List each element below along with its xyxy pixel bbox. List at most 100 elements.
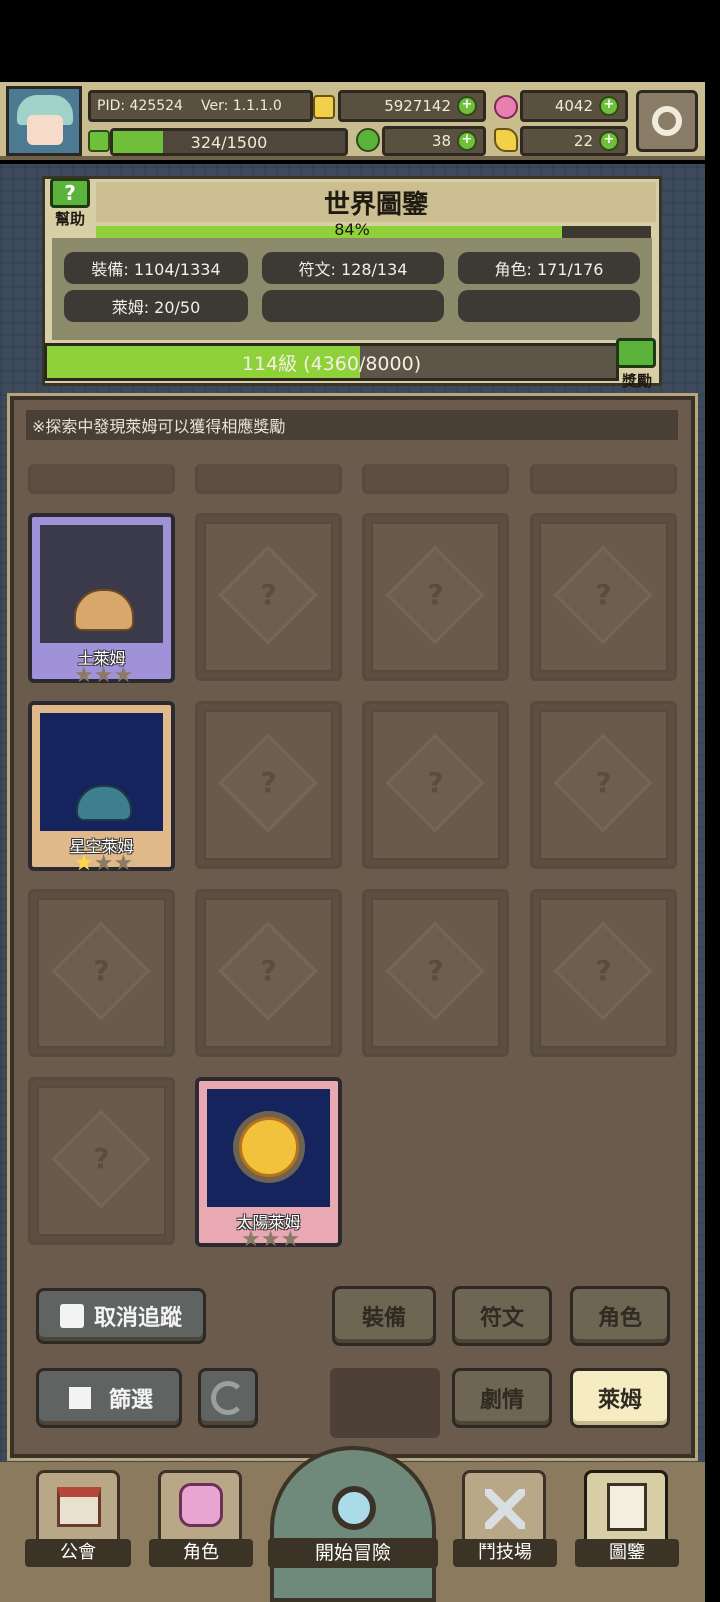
tab-characters[interactable]: 角色 [570, 1286, 670, 1346]
star-icon: ★ [113, 663, 134, 688]
nav-character[interactable]: 角色 [149, 1470, 253, 1567]
star-icon: ★ [260, 1227, 281, 1252]
star-icon: ★ [113, 851, 134, 876]
nav-arena-label: 鬥技場 [453, 1539, 557, 1567]
unknown-card[interactable]: ? [362, 513, 509, 681]
tab-story[interactable]: 劇情 [452, 1368, 552, 1428]
add-item-a-icon[interactable]: + [457, 131, 477, 151]
clover-icon [356, 128, 380, 152]
unknown-card[interactable]: ? [28, 1077, 175, 1245]
stat-slimes: 萊姆: 20/50 [64, 290, 248, 322]
gold-value: 5927142 [384, 97, 451, 115]
stamina-bar: 324/1500 [110, 128, 348, 156]
gold-cell: 5927142 + [338, 90, 486, 122]
question-mark-icon: ? [427, 954, 444, 987]
help-icon: ? [50, 178, 90, 208]
refresh-icon [211, 1381, 245, 1415]
unknown-card[interactable]: ? [195, 513, 342, 681]
reset-button[interactable] [198, 1368, 258, 1428]
add-gold-icon[interactable]: + [457, 96, 477, 116]
gem-icon [494, 95, 518, 119]
card-partial-4 [530, 464, 677, 494]
unknown-card[interactable]: ? [530, 513, 677, 681]
slime-card-sun[interactable]: 太陽萊姆 ★★★ [195, 1077, 342, 1251]
world-guide-title-text: 世界圖鑒 [323, 189, 428, 220]
card-partial-2 [195, 464, 342, 494]
question-mark-icon: ? [595, 954, 612, 987]
hint-text: ※探索中發現萊姆可以獲得相應獎勵 [26, 410, 678, 440]
player-avatar[interactable] [6, 86, 82, 156]
question-mark-icon: ? [595, 578, 612, 611]
nav-arena[interactable]: 鬥技場 [453, 1470, 557, 1567]
untrack-label: 取消追蹤 [93, 1306, 182, 1331]
add-gem-icon[interactable]: + [599, 96, 619, 116]
filter-button[interactable]: 篩選 [36, 1368, 182, 1428]
nav-adventure[interactable]: 開始冒險 [268, 1446, 438, 1602]
unknown-card[interactable]: ? [362, 701, 509, 869]
tab-story-label: 劇情 [479, 1388, 524, 1413]
stamina-value: 324/1500 [190, 132, 268, 152]
gem-value: 4042 [554, 97, 593, 115]
avatar-face-icon [27, 115, 63, 145]
item-a-cell: 38 + [382, 126, 486, 156]
gem-cell: 4042 + [520, 90, 628, 122]
unknown-card[interactable]: ? [530, 701, 677, 869]
help-label: 幫助 [54, 210, 85, 228]
grid-icon [64, 1383, 95, 1413]
world-guide-title: 世界圖鑒 [96, 182, 656, 222]
stat-runes: 符文: 128/134 [262, 252, 444, 284]
level-text: 114級 (4360/8000) [241, 353, 422, 375]
item-b-cell: 22 + [520, 126, 628, 156]
tab-runes[interactable]: 符文 [452, 1286, 552, 1346]
sun-slime-icon [239, 1117, 299, 1177]
stat-equipment: 裝備: 1104/1334 [64, 252, 248, 284]
star-icon: ★ [93, 851, 114, 876]
nav-character-label: 角色 [149, 1539, 253, 1567]
slime-card-starry[interactable]: 星空萊姆 ★★★ [28, 701, 175, 875]
tab-empty-slot [330, 1368, 440, 1438]
slime-card-earth[interactable]: 土萊姆 ★★★ [28, 513, 175, 687]
unknown-card[interactable]: ? [530, 889, 677, 1057]
reward-button[interactable]: 獎勵 [612, 336, 662, 390]
magnifier-icon [332, 1486, 376, 1530]
nav-guide-label: 圖鑒 [575, 1539, 679, 1567]
stat-empty-2 [458, 290, 640, 322]
filter-label: 篩選 [108, 1388, 153, 1413]
add-item-b-icon[interactable]: + [599, 131, 619, 151]
item-b-value: 22 [573, 132, 593, 150]
starry-slime-stars: ★★★ [74, 853, 144, 875]
reward-icon [616, 338, 656, 368]
stamina-icon [88, 130, 110, 152]
thumbs-up-icon [59, 1304, 84, 1328]
star-icon: ★ [241, 1227, 261, 1252]
question-mark-icon: ? [427, 578, 444, 611]
nav-guide[interactable]: 圖鑒 [575, 1470, 679, 1567]
sun-slime-stars: ★★★ [241, 1229, 311, 1251]
question-mark-icon: ? [93, 954, 110, 987]
unknown-card[interactable]: ? [362, 889, 509, 1057]
book-icon [607, 1483, 647, 1531]
question-mark-icon: ? [260, 578, 277, 611]
card-partial-3 [362, 464, 509, 494]
unknown-card[interactable]: ? [28, 889, 175, 1057]
tab-slimes[interactable]: 萊姆 [570, 1368, 670, 1428]
tab-equipment-label: 裝備 [361, 1306, 406, 1331]
tab-characters-label: 角色 [597, 1306, 642, 1331]
version-label: Ver: 1.1.1.0 [200, 98, 282, 114]
tab-equipment[interactable]: 裝備 [332, 1286, 436, 1346]
reward-label: 獎勵 [621, 372, 652, 390]
card-partial-1 [28, 464, 175, 494]
question-mark-icon: ? [93, 1142, 110, 1175]
star-icon: ★ [93, 663, 114, 688]
settings-button[interactable] [636, 90, 698, 152]
unknown-card[interactable]: ? [195, 889, 342, 1057]
pid-cell: PID: 425524 Ver: 1.1.1.0 [88, 90, 313, 122]
untrack-button[interactable]: 取消追蹤 [36, 1288, 206, 1344]
question-mark-icon: ? [260, 766, 277, 799]
nav-adventure-label: 開始冒險 [268, 1538, 438, 1568]
gold-icon [313, 95, 335, 119]
nav-guild[interactable]: 公會 [25, 1470, 131, 1567]
help-button[interactable]: ? 幫助 [46, 178, 94, 228]
nav-guild-label: 公會 [25, 1539, 131, 1567]
unknown-card[interactable]: ? [195, 701, 342, 869]
